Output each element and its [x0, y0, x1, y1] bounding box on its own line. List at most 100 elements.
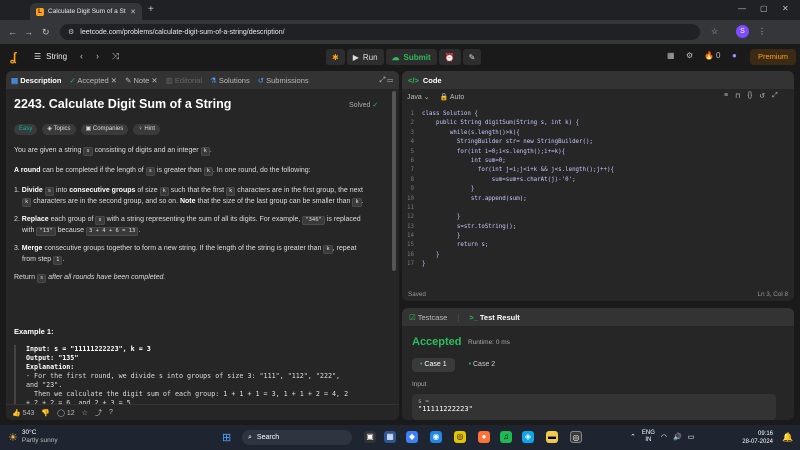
code-line[interactable]: 14 }	[402, 232, 794, 241]
streak-fire-icon[interactable]: 🔥	[704, 51, 714, 60]
maximize-icon[interactable]: ▢	[760, 4, 768, 13]
taskbar-clock[interactable]: 09:16 28-07-2024	[733, 430, 773, 446]
code-line[interactable]: 5 for(int i=0;i<s.length();i+=k){	[402, 148, 794, 157]
layout-icon[interactable]: ▦	[667, 51, 675, 60]
firefox-icon[interactable]: ●	[478, 431, 490, 443]
next-problem-icon[interactable]: ›	[96, 51, 99, 61]
favorite-star-icon[interactable]: ☆	[82, 409, 88, 417]
tab-submissions[interactable]: ↺ Submissions	[258, 76, 309, 85]
bookmark-star-icon[interactable]: ☆	[711, 27, 718, 36]
close-tab-icon[interactable]: ✕	[130, 8, 136, 16]
topics-tag[interactable]: ◈ Topics	[42, 124, 76, 135]
auto-mode-toggle[interactable]: 🔒 Auto	[440, 93, 465, 101]
code-line[interactable]: 8 sum=sum+s.charAt(j)-'0';	[402, 176, 794, 185]
close-window-icon[interactable]: ✕	[782, 4, 789, 13]
tab-testcase[interactable]: ☑ Testcase	[409, 313, 447, 322]
app-icon[interactable]: ◈	[522, 431, 534, 443]
dislike-icon[interactable]: 👎	[41, 409, 50, 417]
case-2-tab[interactable]: • Case 2	[461, 358, 504, 372]
expand-icon[interactable]: ⤢ ▭	[379, 75, 393, 85]
companies-tag[interactable]: ▣ Companies	[80, 124, 129, 135]
prev-problem-icon[interactable]: ‹	[80, 51, 83, 61]
tab-description[interactable]: ▤ Description	[11, 76, 61, 85]
code-line[interactable]: 16 }	[402, 251, 794, 260]
chrome-active-icon[interactable]: ◎	[570, 431, 582, 443]
run-button[interactable]: ▶ Run	[346, 49, 384, 65]
site-info-icon[interactable]: ⚙	[68, 28, 74, 36]
volume-icon[interactable]: 🔊	[673, 433, 682, 441]
timer-button[interactable]: ⏰	[438, 49, 461, 65]
file-explorer-icon[interactable]: ▬	[546, 431, 558, 443]
app-icon[interactable]: ◆	[406, 431, 418, 443]
code-line[interactable]: 2 public String digitSum(String s, int k…	[402, 119, 794, 128]
share-icon[interactable]: ⤴	[95, 408, 102, 418]
comments-button[interactable]: ◯ 12	[57, 409, 75, 417]
braces-icon[interactable]: {}	[748, 92, 753, 100]
minimize-icon[interactable]: —	[738, 4, 746, 13]
format-icon[interactable]: ≡	[724, 92, 728, 100]
app-icon[interactable]: ▦	[384, 431, 396, 443]
leetcode-logo-icon[interactable]: ʆ	[10, 50, 22, 64]
tab-test-result[interactable]: >_ Test Result	[469, 313, 520, 322]
case-1-tab[interactable]: • Case 1	[412, 358, 455, 372]
code-tab-title[interactable]: Code	[423, 76, 442, 85]
code-line[interactable]: 12 }	[402, 213, 794, 222]
test-result-panel: ☑ Testcase | >_ Test Result Accepted Run…	[402, 308, 794, 420]
fullscreen-icon[interactable]: ⤢	[772, 92, 778, 100]
code-line[interactable]: 6 int sum=0;	[402, 157, 794, 166]
reset-icon[interactable]: ↺	[759, 92, 765, 100]
close-tab-icon[interactable]: ✕	[151, 76, 157, 85]
help-icon[interactable]: ?	[109, 409, 113, 416]
code-line[interactable]: 11	[402, 204, 794, 213]
code-area[interactable]: 1 class Solution {2 public String digitSu…	[402, 110, 794, 270]
bookmark-icon[interactable]: ⊓	[735, 92, 740, 100]
code-line[interactable]: 4 StringBuilder str= new StringBuilder()…	[402, 138, 794, 147]
chevron-up-icon[interactable]: ⌃	[630, 433, 636, 441]
close-tab-icon[interactable]: ✕	[111, 76, 117, 85]
code-line[interactable]: 15 return s;	[402, 241, 794, 250]
problem-list-button[interactable]: ☰ String	[34, 52, 67, 61]
language-indicator[interactable]: ENG IN	[642, 430, 655, 444]
like-button[interactable]: 👍 543	[12, 409, 34, 417]
code-line[interactable]: 9 }	[402, 185, 794, 194]
settings-gear-icon[interactable]: ⚙	[686, 51, 693, 60]
forward-icon[interactable]: →	[24, 27, 33, 37]
premium-button[interactable]: Premium	[750, 49, 797, 65]
tab-note[interactable]: ✎ Note ✕	[125, 76, 158, 85]
weather-widget[interactable]: ☀ 30°C Partly sunny	[8, 429, 58, 445]
back-icon[interactable]: ←	[8, 27, 17, 37]
submit-button[interactable]: ☁ Submit	[385, 49, 437, 65]
browser-tab[interactable]: L Calculate Digit Sum of a String ✕	[30, 3, 142, 20]
tab-solutions[interactable]: ⚗ Solutions	[210, 76, 250, 85]
debug-button[interactable]: ✱	[326, 49, 345, 65]
url-bar[interactable]: ⚙ leetcode.com/problems/calculate-digit-…	[60, 24, 700, 40]
tab-editorial[interactable]: ▥ Editorial	[166, 76, 202, 85]
code-line[interactable]: 3 while(s.length()>k){	[402, 129, 794, 138]
code-line[interactable]: 17}	[402, 260, 794, 269]
taskbar-search[interactable]: ⌕ Search	[242, 430, 352, 445]
code-line[interactable]: 13 s=str.toString();	[402, 223, 794, 232]
task-view-icon[interactable]: ▣	[364, 431, 376, 443]
chrome-icon[interactable]: ◎	[454, 431, 466, 443]
profile-avatar[interactable]: S	[736, 25, 749, 38]
problem-title[interactable]: 2243. Calculate Digit Sum of a String	[14, 97, 390, 111]
hint-tag[interactable]: ♀ Hint	[133, 124, 161, 135]
wifi-icon[interactable]: ◠	[661, 433, 667, 441]
scrollbar[interactable]	[392, 91, 396, 271]
shuffle-icon[interactable]: ⤨	[112, 51, 119, 62]
browser-menu-icon[interactable]: ⋮	[758, 27, 766, 36]
windows-start-icon[interactable]: ⊞	[222, 431, 231, 444]
edge-icon[interactable]: ◉	[430, 431, 442, 443]
battery-icon[interactable]: ▭	[688, 433, 695, 441]
code-line[interactable]: 10 str.append(sum);	[402, 195, 794, 204]
user-avatar[interactable]: ●	[732, 51, 737, 60]
spotify-icon[interactable]: ♫	[500, 431, 512, 443]
code-line[interactable]: 7 for(int j=i;j<i+k && j<s.length();j++)…	[402, 166, 794, 175]
reload-icon[interactable]: ↻	[42, 27, 50, 38]
new-tab-icon[interactable]: +	[148, 4, 154, 15]
code-line[interactable]: 1 class Solution {	[402, 110, 794, 119]
notes-button[interactable]: ✎	[462, 49, 482, 65]
notification-bell-icon[interactable]: 🔔	[782, 432, 793, 443]
language-select[interactable]: Java ⌄	[407, 93, 430, 101]
tab-accepted[interactable]: ✓ Accepted ✕	[69, 76, 117, 85]
